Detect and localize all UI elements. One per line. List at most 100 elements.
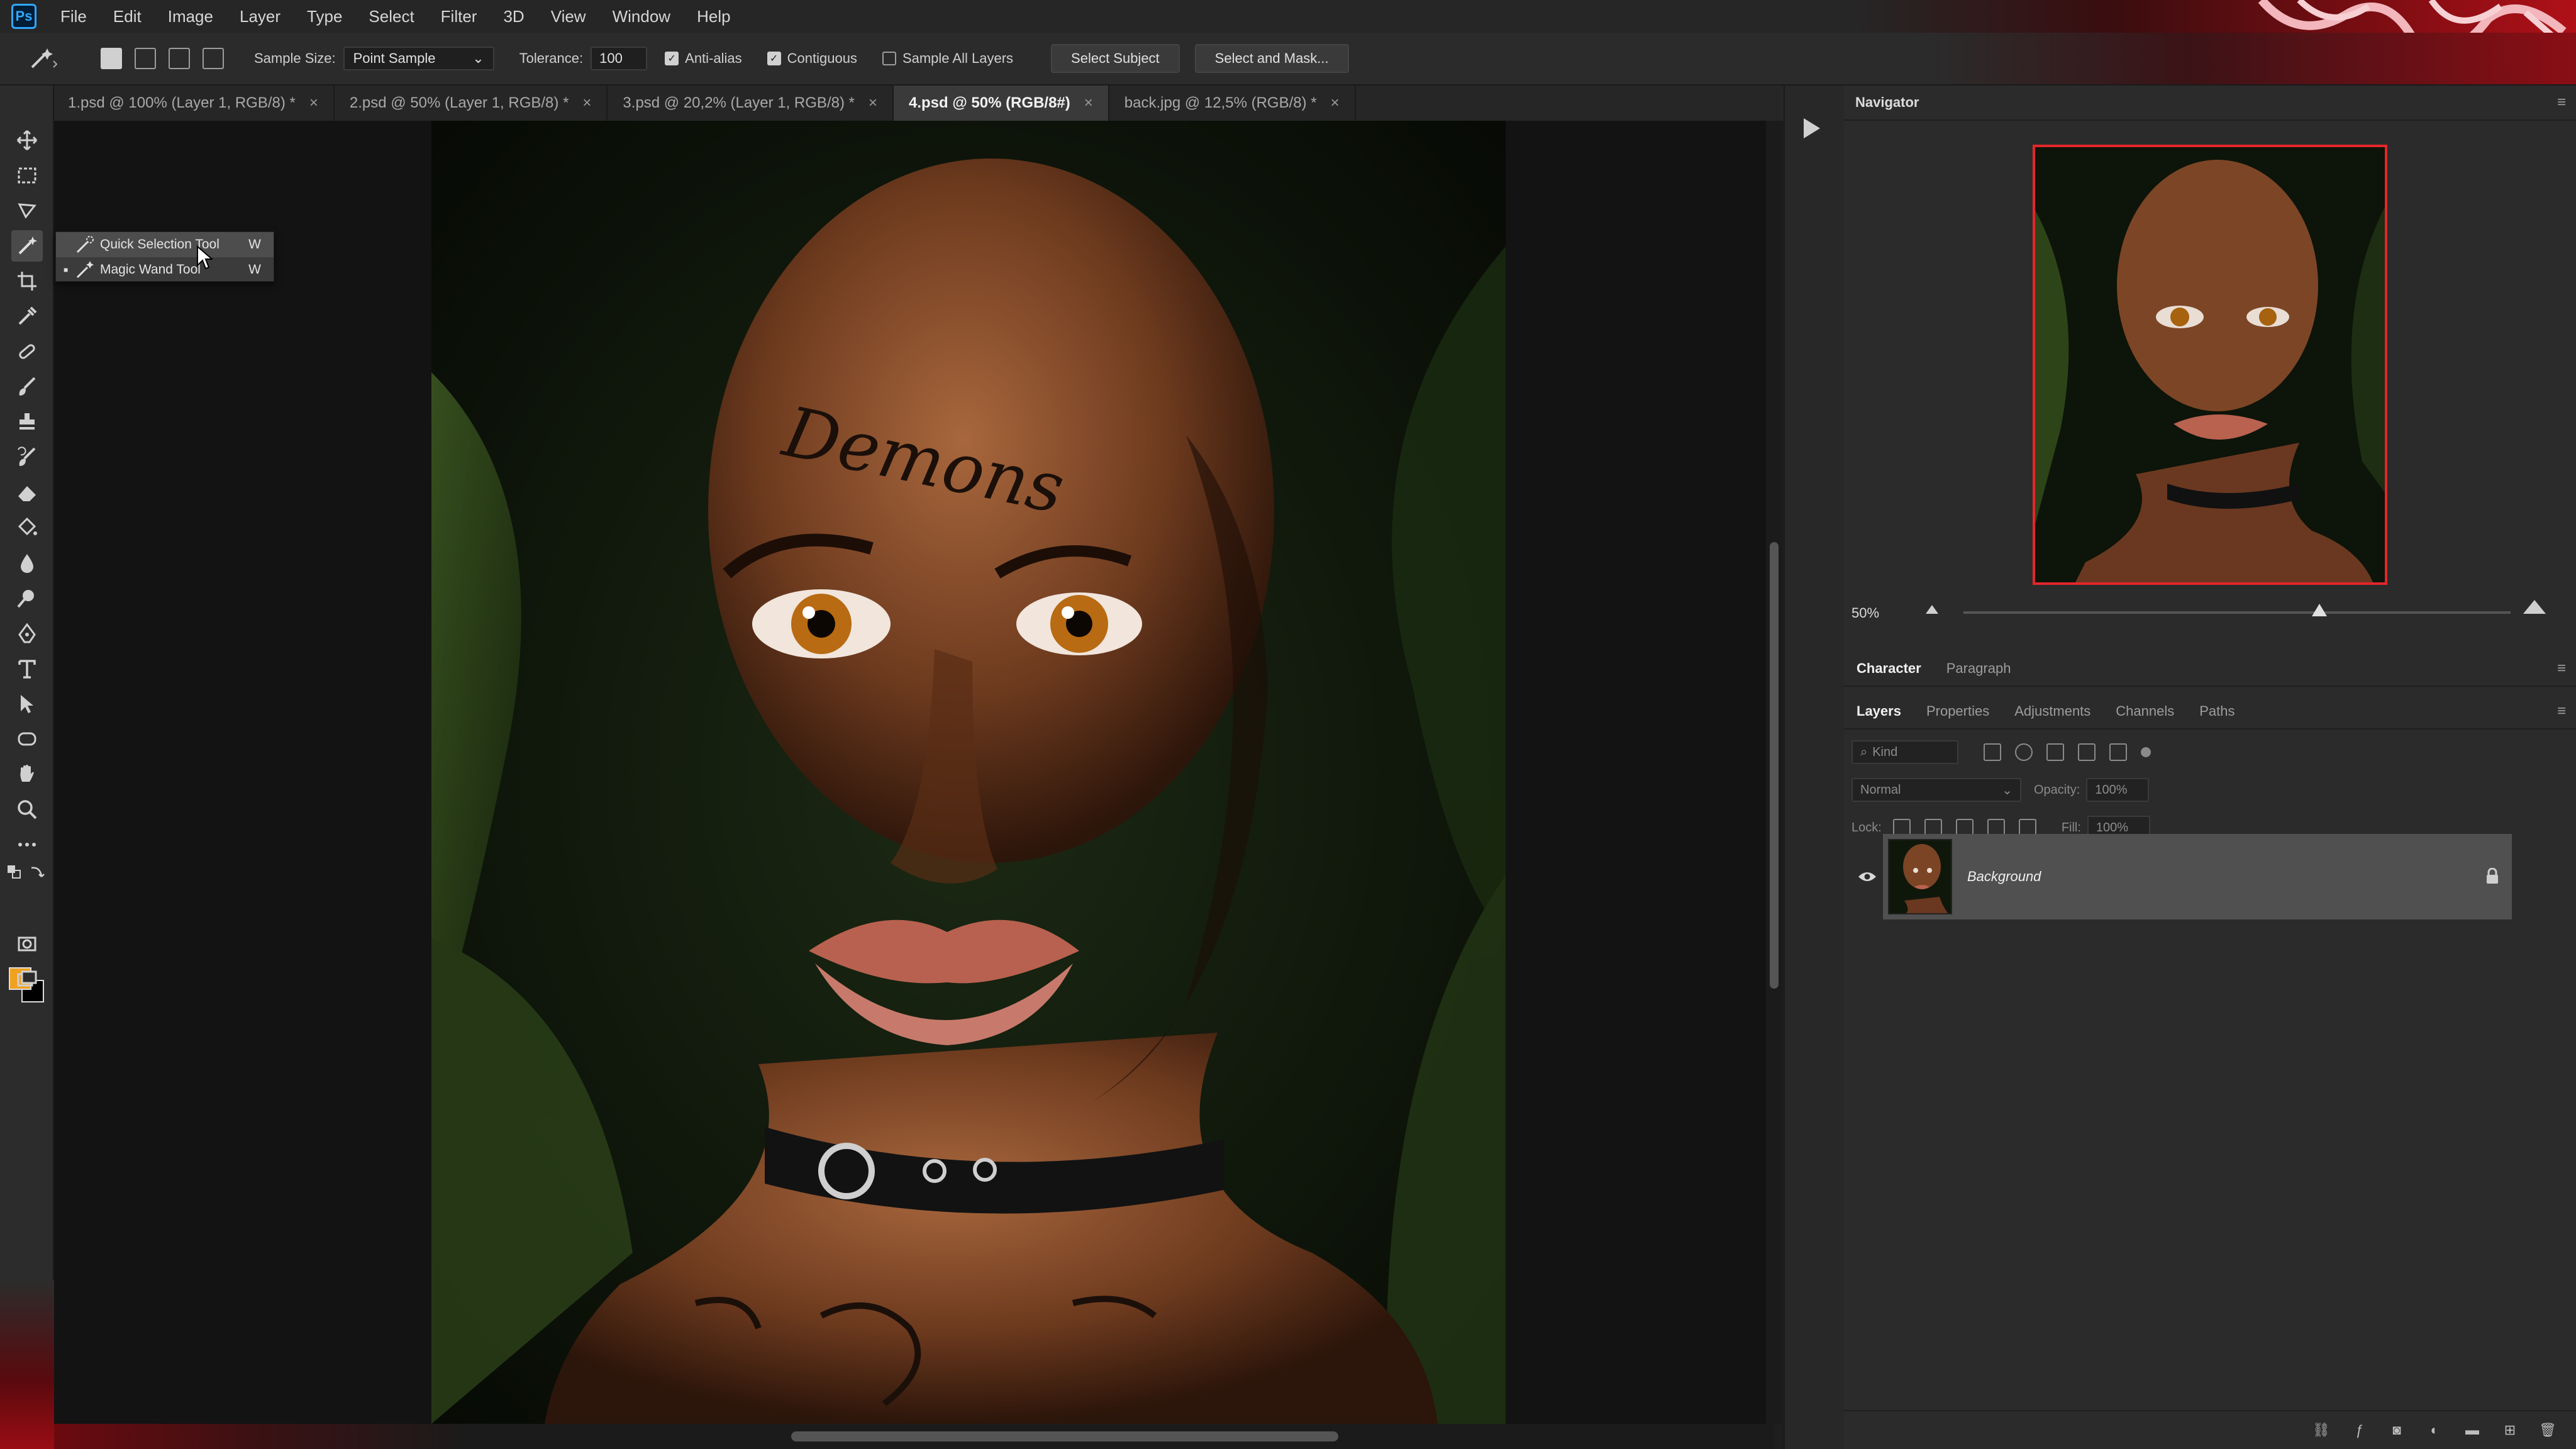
- link-layers-icon[interactable]: ⛓: [2312, 1421, 2331, 1440]
- tool-preset-picker[interactable]: [21, 40, 65, 77]
- add-to-selection-mode[interactable]: [135, 48, 156, 69]
- menu-image[interactable]: Image: [168, 7, 213, 26]
- panel-menu-icon[interactable]: ≡: [2557, 702, 2566, 720]
- eyedropper-tool[interactable]: [11, 301, 43, 332]
- vertical-scrollbar[interactable]: [1766, 121, 1782, 1424]
- visibility-eye-icon[interactable]: [1858, 870, 1877, 883]
- tab-document-1[interactable]: 1.psd @ 100% (Layer 1, RGB/8) * ×: [54, 86, 335, 121]
- menu-layer[interactable]: Layer: [240, 7, 280, 26]
- menu-file[interactable]: File: [60, 7, 87, 26]
- shape-tool[interactable]: [11, 723, 43, 755]
- adjustment-layer-icon[interactable]: ◐: [2425, 1421, 2444, 1440]
- opacity-input[interactable]: 100%: [2086, 778, 2150, 802]
- panel-menu-icon[interactable]: ≡: [2557, 94, 2566, 111]
- horizontal-scrollbar[interactable]: [54, 1424, 1774, 1449]
- close-icon[interactable]: ×: [1084, 94, 1093, 112]
- zoom-in-icon[interactable]: [2523, 600, 2546, 614]
- panel-menu-icon[interactable]: ≡: [2557, 660, 2566, 677]
- path-selection-tool[interactable]: [11, 688, 43, 719]
- magic-wand-tool-item[interactable]: ■ Magic Wand Tool W: [56, 257, 274, 282]
- filter-toggle-icon[interactable]: [2141, 747, 2151, 757]
- add-mask-icon[interactable]: ◙: [2387, 1421, 2406, 1440]
- menu-edit[interactable]: Edit: [113, 7, 142, 26]
- menu-select[interactable]: Select: [369, 7, 414, 26]
- tab-channels[interactable]: Channels: [2103, 703, 2187, 719]
- navigator-preview[interactable]: [2033, 145, 2387, 585]
- move-tool[interactable]: [11, 125, 43, 156]
- history-brush-tool[interactable]: [11, 441, 43, 473]
- filter-kind-select[interactable]: ⌕ Kind: [1852, 740, 1958, 764]
- sample-all-layers-checkbox[interactable]: [882, 52, 896, 65]
- menu-view[interactable]: View: [551, 7, 586, 26]
- tolerance-input[interactable]: 100: [591, 47, 648, 70]
- screen-mode[interactable]: [11, 963, 43, 995]
- navigator-zoom-value[interactable]: 50%: [1852, 605, 1879, 621]
- anti-alias-checkbox[interactable]: ✓: [665, 52, 679, 65]
- brush-tool[interactable]: [11, 371, 43, 402]
- pen-tool[interactable]: [11, 618, 43, 649]
- layer-row-background[interactable]: Background: [1883, 834, 2512, 919]
- menu-help[interactable]: Help: [697, 7, 730, 26]
- tab-properties[interactable]: Properties: [1914, 703, 2002, 719]
- tab-character[interactable]: Character: [1844, 660, 1934, 677]
- scroll-thumb[interactable]: [791, 1431, 1338, 1441]
- shape-filter-icon[interactable]: [2078, 743, 2096, 761]
- dodge-tool[interactable]: [11, 582, 43, 614]
- paint-bucket-tool[interactable]: [11, 512, 43, 543]
- healing-brush-tool[interactable]: [11, 336, 43, 367]
- layer-name[interactable]: Background: [1967, 869, 2041, 885]
- crop-tool[interactable]: [11, 265, 43, 297]
- lasso-tool[interactable]: [11, 195, 43, 226]
- new-group-icon[interactable]: ▬: [2463, 1421, 2482, 1440]
- adjustment-filter-icon[interactable]: [2015, 743, 2033, 761]
- actions-play-icon[interactable]: [1804, 118, 1820, 138]
- close-icon[interactable]: ×: [582, 94, 591, 112]
- document-canvas[interactable]: Demons: [54, 121, 1774, 1424]
- intersect-selection-mode[interactable]: [203, 48, 224, 69]
- type-filter-icon[interactable]: [2046, 743, 2064, 761]
- tab-layers[interactable]: Layers: [1844, 703, 1914, 719]
- close-icon[interactable]: ×: [309, 94, 318, 112]
- default-colors[interactable]: [5, 863, 24, 882]
- rectangular-marquee-tool[interactable]: [11, 160, 43, 191]
- swap-colors[interactable]: [28, 863, 47, 882]
- tab-paragraph[interactable]: Paragraph: [1934, 660, 2024, 677]
- tab-adjustments[interactable]: Adjustments: [2002, 703, 2103, 719]
- navigator-zoom-slider[interactable]: [1963, 604, 2511, 616]
- close-icon[interactable]: ×: [869, 94, 877, 112]
- zoom-out-icon[interactable]: [1926, 605, 1938, 614]
- tab-document-5[interactable]: back.jpg @ 12,5% (RGB/8) * ×: [1109, 86, 1356, 121]
- fx-icon[interactable]: ƒ: [2350, 1421, 2368, 1440]
- hand-tool[interactable]: [11, 758, 43, 790]
- zoom-tool[interactable]: [11, 794, 43, 825]
- tab-document-3[interactable]: 3.psd @ 20,2% (Layer 1, RGB/8) * ×: [608, 86, 894, 121]
- pixel-filter-icon[interactable]: [1984, 743, 2001, 761]
- type-tool[interactable]: [11, 653, 43, 684]
- menu-window[interactable]: Window: [613, 7, 670, 26]
- contiguous-checkbox[interactable]: ✓: [767, 52, 781, 65]
- edit-toolbar[interactable]: [11, 829, 43, 860]
- menu-type[interactable]: Type: [307, 7, 342, 26]
- menu-filter[interactable]: Filter: [441, 7, 477, 26]
- magic-wand-tool[interactable]: [11, 230, 43, 262]
- smart-object-filter-icon[interactable]: [2109, 743, 2127, 761]
- new-layer-icon[interactable]: ⊞: [2501, 1421, 2519, 1440]
- sample-size-select[interactable]: Point Sample ⌄: [343, 47, 494, 70]
- new-selection-mode[interactable]: [101, 48, 122, 69]
- slider-knob[interactable]: [2311, 604, 2327, 616]
- quick-mask-mode[interactable]: [11, 928, 43, 960]
- blur-tool[interactable]: [11, 547, 43, 579]
- menu-3d[interactable]: 3D: [503, 7, 524, 26]
- select-and-mask-button[interactable]: Select and Mask...: [1194, 44, 1349, 73]
- blend-mode-select[interactable]: Normal ⌄: [1852, 778, 2021, 802]
- delete-layer-icon[interactable]: 🗑: [2538, 1421, 2557, 1440]
- tab-paths[interactable]: Paths: [2187, 703, 2247, 719]
- scroll-thumb[interactable]: [1770, 542, 1779, 989]
- select-subject-button[interactable]: Select Subject: [1051, 44, 1180, 73]
- clone-stamp-tool[interactable]: [11, 406, 43, 438]
- quick-selection-tool-item[interactable]: Quick Selection Tool W: [56, 232, 274, 257]
- close-icon[interactable]: ×: [1331, 94, 1340, 112]
- tab-document-2[interactable]: 2.psd @ 50% (Layer 1, RGB/8) * ×: [335, 86, 608, 121]
- subtract-from-selection-mode[interactable]: [169, 48, 190, 69]
- tab-document-4[interactable]: 4.psd @ 50% (RGB/8#) ×: [893, 86, 1109, 121]
